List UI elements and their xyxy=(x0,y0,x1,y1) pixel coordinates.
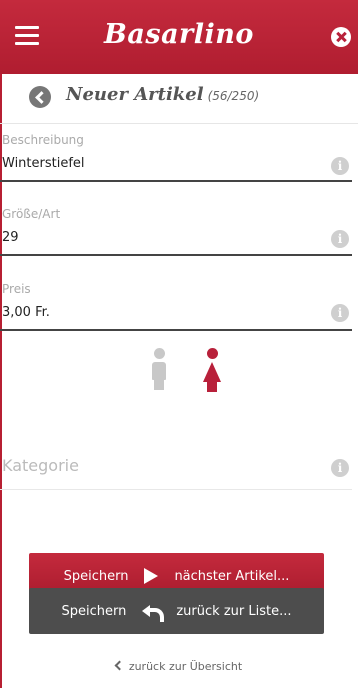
price-label: Preis xyxy=(2,282,31,296)
save-list-label-right: zurück zur Liste... xyxy=(176,603,292,619)
info-icon[interactable]: i xyxy=(331,157,349,175)
app-logo: Basarlino xyxy=(104,19,254,50)
category-placeholder: Kategorie xyxy=(2,456,79,475)
reply-arrow-icon xyxy=(142,604,165,622)
back-arrow-icon[interactable] xyxy=(29,86,51,108)
info-icon[interactable]: i xyxy=(331,304,349,322)
female-head xyxy=(206,348,218,359)
description-underline xyxy=(0,180,352,182)
title-text: Neuer Artikel xyxy=(66,84,204,105)
price-input[interactable]: 3,00 Fr. xyxy=(2,305,50,320)
price-underline xyxy=(0,329,352,331)
male-head xyxy=(153,348,165,359)
save-next-label-right: nächster Artikel... xyxy=(174,568,290,584)
play-icon xyxy=(144,568,159,584)
size-field[interactable]: Größe/Art 29 xyxy=(0,207,352,267)
female-legs xyxy=(207,380,217,392)
female-figure-icon[interactable] xyxy=(203,348,221,394)
save-to-list-button[interactable]: Speichern zurück zur Liste... xyxy=(29,588,324,634)
size-input[interactable]: 29 xyxy=(2,230,19,245)
size-label: Größe/Art xyxy=(2,207,61,221)
page-title: Neuer Artikel (56/250) xyxy=(66,84,259,105)
female-dress xyxy=(203,362,221,382)
app-header: Basarlino xyxy=(0,0,358,74)
price-field[interactable]: Preis 3,00 Fr. xyxy=(0,282,352,342)
info-icon[interactable]: i xyxy=(331,459,349,477)
male-figure-icon[interactable] xyxy=(152,348,166,394)
page-title-bar: Neuer Artikel (56/250) xyxy=(0,74,358,124)
save-next-label-left: Speichern xyxy=(63,568,129,584)
save-list-label-left: Speichern xyxy=(61,603,127,619)
size-underline xyxy=(0,254,352,256)
back-to-overview-link[interactable]: zurück zur Übersicht xyxy=(0,660,358,673)
close-icon[interactable] xyxy=(331,27,351,47)
category-select[interactable]: Kategorie xyxy=(0,440,352,490)
back-link-label: zurück zur Übersicht xyxy=(128,660,243,673)
male-legs xyxy=(154,378,164,390)
description-field[interactable]: Beschreibung Winterstiefel xyxy=(0,133,352,193)
description-label: Beschreibung xyxy=(2,133,84,147)
description-input[interactable]: Winterstiefel xyxy=(2,156,85,171)
chevron-left-icon xyxy=(114,660,125,671)
info-icon[interactable]: i xyxy=(331,230,349,248)
item-count: (56/250) xyxy=(207,89,260,103)
